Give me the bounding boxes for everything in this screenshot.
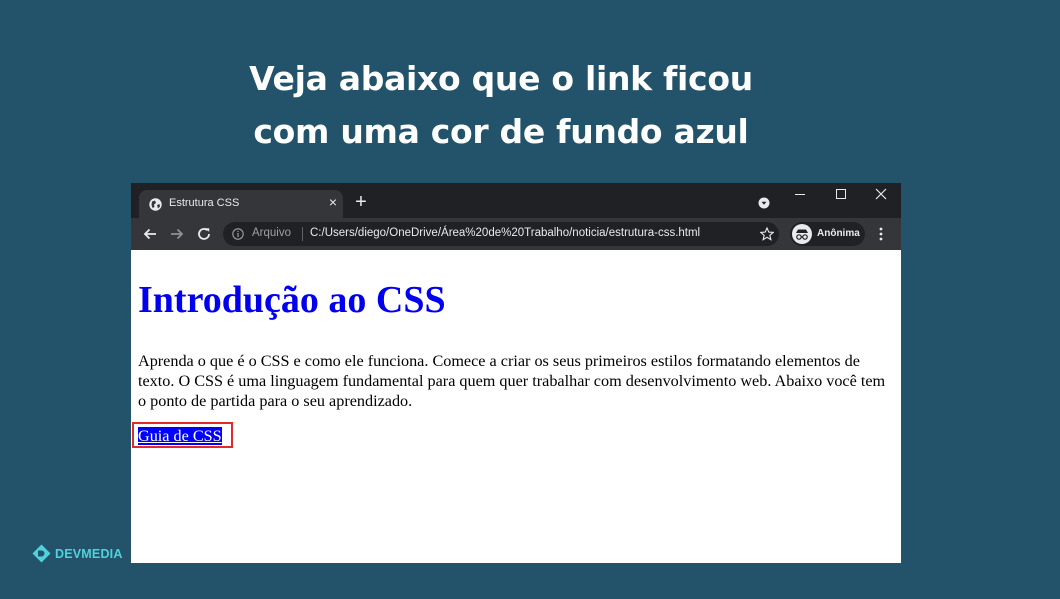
address-prefix: Arquivo (252, 227, 291, 239)
incognito-icon (796, 229, 808, 240)
forward-arrow-icon[interactable] (169, 226, 185, 242)
maximize-button[interactable] (836, 189, 846, 199)
browser-toolbar: Arquivo C:/Users/diego/OneDrive/Área%20d… (131, 218, 901, 250)
back-arrow-icon[interactable] (142, 226, 158, 242)
page-content: Introdução ao CSS Aprenda o que é o CSS … (131, 250, 901, 563)
page-paragraph: Aprenda o que é o CSS e como ele funcion… (138, 352, 886, 410)
incognito-avatar (792, 224, 812, 244)
incognito-profile-button[interactable]: Anônima (790, 222, 865, 246)
logo-text: DEVMEDIA (55, 547, 123, 561)
browser-titlebar: Estrutura CSS × + (131, 183, 901, 218)
kebab-menu-icon[interactable] (879, 227, 883, 241)
tab-search-icon[interactable] (758, 197, 770, 209)
reload-icon[interactable] (196, 226, 212, 242)
tab-close-button[interactable]: × (326, 194, 340, 210)
info-icon[interactable] (232, 228, 244, 240)
guia-css-link[interactable]: Guia de CSS (138, 427, 222, 445)
slide-headline: Veja abaixo que o link ficou com uma cor… (0, 52, 1002, 158)
tab-title: Estrutura CSS (169, 197, 240, 209)
url-text[interactable]: C:/Users/diego/OneDrive/Área%20de%20Trab… (310, 227, 700, 239)
address-separator (302, 227, 303, 241)
browser-window: Estrutura CSS × + Arquivo C:/Users/diego… (131, 183, 901, 563)
page-heading: Introdução ao CSS (138, 279, 446, 321)
new-tab-button[interactable]: + (351, 192, 371, 212)
headline-line-2: com uma cor de fundo azul (253, 112, 749, 151)
minimize-button[interactable] (795, 194, 805, 195)
devmedia-logo-icon (32, 544, 51, 563)
profile-label: Anônima (817, 228, 860, 239)
headline-line-1: Veja abaixo que o link ficou (249, 59, 753, 98)
tab-estrutura-css[interactable]: Estrutura CSS × (139, 190, 343, 218)
window-close-button[interactable] (875, 188, 887, 200)
globe-icon (149, 198, 162, 211)
address-bar[interactable]: Arquivo C:/Users/diego/OneDrive/Área%20d… (223, 222, 779, 246)
bookmark-star-icon[interactable] (760, 227, 774, 241)
